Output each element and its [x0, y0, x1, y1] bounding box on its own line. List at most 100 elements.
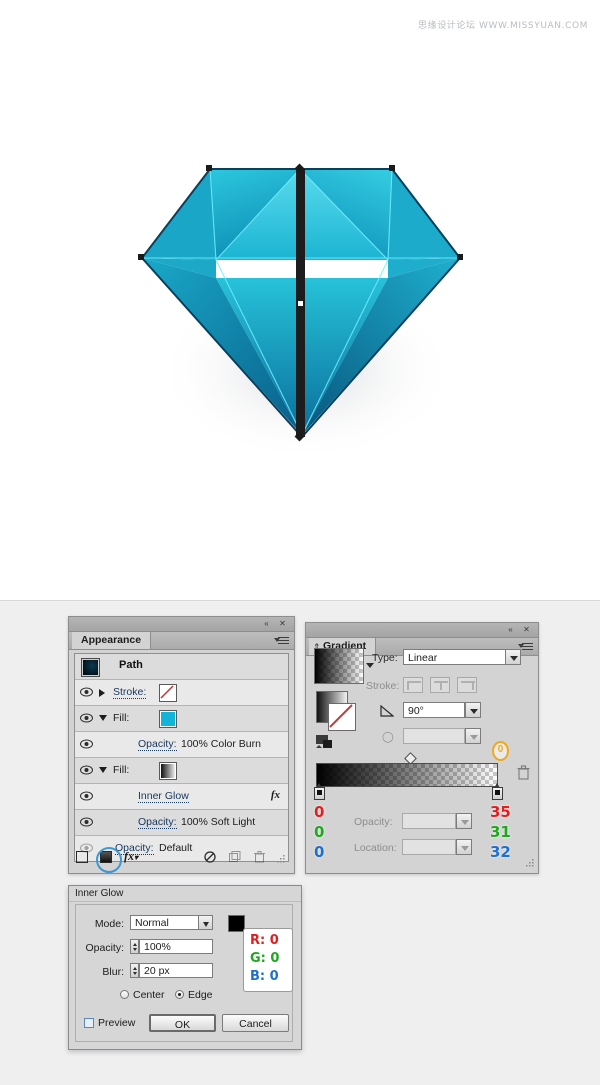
watermark-text: 思缘设计论坛 WWW.MISSYUAN.COM	[418, 21, 588, 31]
opacity-label: Opacity:	[85, 942, 124, 954]
appearance-tabrow: Appearance	[69, 632, 294, 650]
stroke-gradient-across-button[interactable]	[457, 677, 477, 693]
angle-chevron-icon[interactable]	[465, 702, 481, 718]
panel-menu-icon[interactable]	[274, 635, 290, 646]
opacity-value: 100% Soft Light	[181, 816, 256, 828]
appearance-row-opacity-colorburn[interactable]: Opacity: 100% Color Burn	[75, 732, 288, 758]
mode-select-chevron-icon[interactable]	[198, 915, 213, 930]
gradient-slider-bar[interactable]	[316, 763, 498, 787]
close-icon[interactable]: ✕	[277, 619, 288, 629]
preview-label[interactable]: Preview	[98, 1017, 135, 1029]
gradient-location-chevron-icon[interactable]	[456, 839, 472, 855]
visibility-eye-icon[interactable]	[80, 713, 93, 723]
aspect-ratio-input[interactable]	[403, 728, 465, 744]
aspect-ratio-chevron-icon[interactable]	[465, 728, 481, 744]
collapse-icon[interactable]: «	[505, 625, 516, 635]
left-stop-red-value: 0	[314, 803, 325, 821]
resize-grip-icon[interactable]	[526, 859, 534, 870]
chevron-right-icon[interactable]	[99, 689, 105, 697]
path-midpoint[interactable]	[297, 300, 304, 307]
fill-label: Fill:	[113, 764, 130, 776]
delete-item-icon[interactable]	[254, 851, 265, 866]
appearance-titlebar[interactable]: « ✕	[69, 617, 294, 632]
chevron-down-icon[interactable]	[99, 715, 107, 721]
right-stop-red-value: 35	[490, 803, 511, 821]
right-stop-blue-value: 32	[490, 843, 511, 861]
gradient-preview-swatch[interactable]	[314, 648, 364, 684]
visibility-eye-icon[interactable]	[80, 739, 93, 749]
opacity-value: 100% Color Burn	[181, 738, 261, 750]
fill-swatch-gradient[interactable]	[159, 762, 177, 780]
collapse-icon[interactable]: «	[261, 619, 272, 629]
visibility-eye-icon[interactable]	[80, 791, 93, 801]
diamond-illustration[interactable]	[130, 155, 470, 455]
opacity-label[interactable]: Opacity:	[138, 816, 177, 829]
type-label: Type:	[372, 652, 398, 664]
stroke-gradient-within-button[interactable]	[403, 677, 423, 693]
radio-center[interactable]	[120, 990, 129, 999]
opacity-stepper[interactable]	[130, 939, 139, 954]
fx-icon[interactable]: fx	[271, 789, 280, 801]
appearance-object-row[interactable]: Path	[75, 654, 288, 680]
clear-appearance-icon[interactable]	[204, 851, 216, 866]
appearance-row-fill-solid[interactable]: Fill:	[75, 706, 288, 732]
appearance-row-stroke[interactable]: Stroke:	[75, 680, 288, 706]
inner-glow-titlebar[interactable]: Inner Glow	[69, 886, 301, 902]
glow-blue-value: B: 0	[250, 969, 279, 984]
left-stop-blue-value: 0	[314, 843, 325, 861]
visibility-eye-icon[interactable]	[80, 817, 93, 827]
stroke-swatch-none[interactable]	[159, 684, 177, 702]
inner-glow-label[interactable]: Inner Glow	[138, 790, 189, 803]
close-icon[interactable]: ✕	[521, 625, 532, 635]
visibility-eye-icon[interactable]	[80, 765, 93, 775]
ok-button[interactable]: OK	[149, 1014, 216, 1032]
delete-stop-icon[interactable]	[517, 765, 530, 780]
fill-label: Fill:	[113, 712, 130, 724]
appearance-row-opacity-softlight[interactable]: Opacity: 100% Soft Light	[75, 810, 288, 836]
gradient-color-mode-icon[interactable]	[316, 735, 336, 752]
visibility-eye-icon[interactable]	[80, 687, 93, 697]
inner-glow-body: Mode: Normal Opacity: 100% Blur: 20 px R…	[75, 904, 293, 1042]
gradient-stop-opacity-badge[interactable]: 0	[492, 741, 509, 761]
appearance-panel[interactable]: « ✕ Appearance Path Stroke: Fill: Opacit…	[68, 616, 295, 874]
chevron-down-icon[interactable]	[99, 767, 107, 773]
gradient-stop-right[interactable]	[492, 783, 503, 800]
blur-input[interactable]: 20 px	[139, 963, 213, 978]
type-select-value[interactable]: Linear	[403, 649, 521, 665]
glow-color-rgb-annotation: R: 0 G: 0 B: 0	[243, 928, 293, 992]
selection-highlight-ring	[96, 847, 122, 873]
resize-grip-icon[interactable]	[277, 855, 285, 866]
appearance-row-fill-gradient[interactable]: Fill:	[75, 758, 288, 784]
gradient-location-label: Location:	[354, 842, 397, 854]
appearance-row-inner-glow[interactable]: Inner Glow fx	[75, 784, 288, 810]
center-label[interactable]: Center	[133, 989, 165, 1001]
gradient-titlebar[interactable]: « ✕	[306, 623, 538, 638]
stroke-label[interactable]: Stroke:	[113, 686, 147, 699]
gradient-location-input[interactable]	[402, 839, 456, 855]
duplicate-item-icon[interactable]	[229, 851, 241, 866]
add-new-stroke-icon[interactable]	[76, 851, 88, 863]
angle-input[interactable]: 90°	[403, 702, 465, 718]
gradient-opacity-input[interactable]	[402, 813, 456, 829]
cancel-button[interactable]: Cancel	[222, 1014, 289, 1032]
inner-glow-dialog[interactable]: Inner Glow Mode: Normal Opacity: 100% Bl…	[68, 885, 302, 1050]
gradient-stroke-target[interactable]	[328, 703, 356, 731]
fill-swatch-cyan[interactable]	[159, 710, 177, 728]
gradient-opacity-chevron-icon[interactable]	[456, 813, 472, 829]
opacity-label[interactable]: Opacity:	[138, 738, 177, 751]
blur-stepper[interactable]	[130, 963, 139, 978]
angle-icon	[380, 704, 395, 720]
gradient-panel[interactable]: « ✕ Gradient ⇕ Type: Linear Stroke: 90° …	[305, 622, 539, 874]
type-select-chevron-icon[interactable]	[505, 649, 521, 665]
radio-edge[interactable]	[175, 990, 184, 999]
preview-checkbox[interactable]	[84, 1018, 94, 1028]
opacity-input[interactable]: 100%	[139, 939, 213, 954]
add-new-effect-icon[interactable]: fx▾	[124, 849, 138, 864]
edge-label[interactable]: Edge	[188, 989, 213, 1001]
gradient-stop-left[interactable]	[314, 783, 325, 800]
artboard-canvas: 思缘设计论坛 WWW.MISSYUAN.COM	[0, 0, 600, 601]
tab-appearance[interactable]: Appearance	[72, 632, 152, 649]
gradient-opacity-label: Opacity:	[354, 816, 393, 828]
appearance-footer-toolbar: fx▾	[74, 847, 287, 873]
stroke-gradient-along-button[interactable]	[430, 677, 450, 693]
